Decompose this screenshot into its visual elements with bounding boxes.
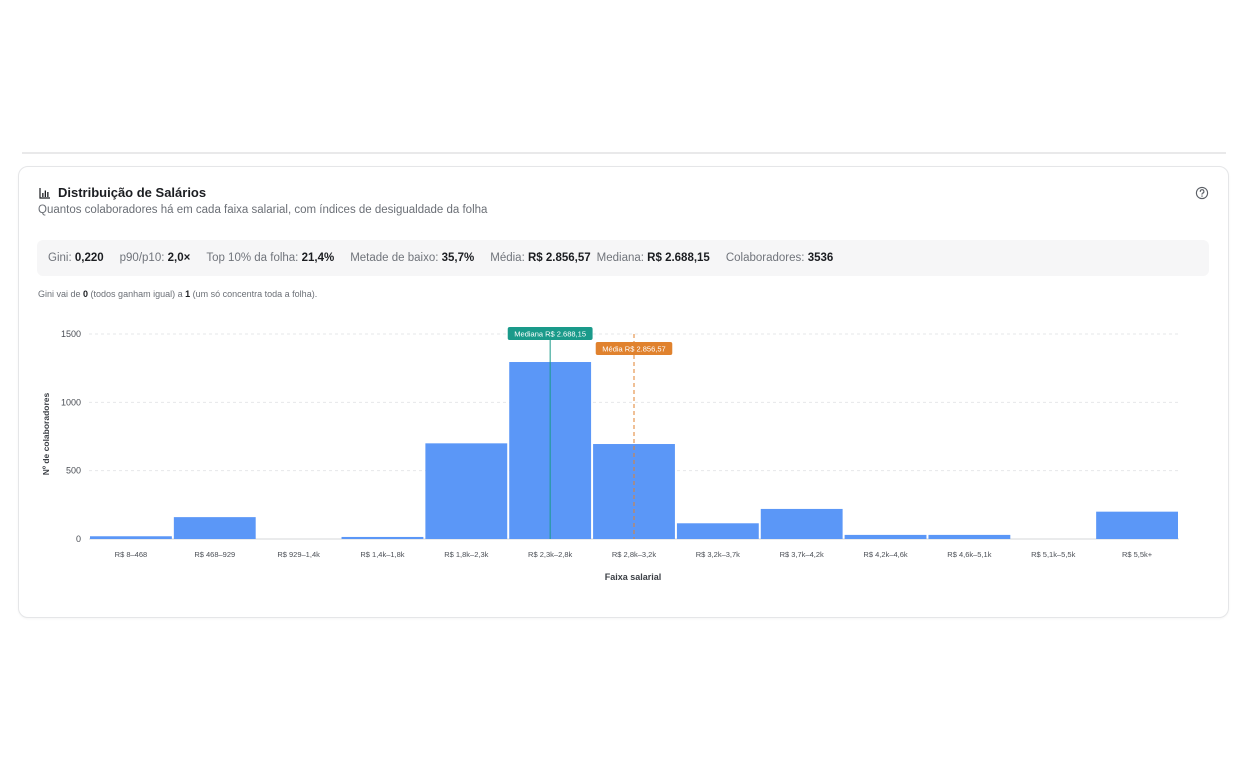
stat-gini: Gini: 0,220 [48, 252, 104, 264]
card-subtitle: Quantos colaboradores há em cada faixa s… [38, 204, 488, 216]
bar-chart-icon [39, 188, 50, 199]
stat-employees: Colaboradores: 3536 [725, 252, 834, 264]
gini-explanation: Gini vai de 0 (todos ganham igual) a 1 (… [38, 289, 318, 299]
median-label: Mediana R$ 2.688,15 [514, 330, 586, 339]
y-tick-label: 1000 [61, 397, 81, 407]
histogram-bar[interactable] [425, 443, 508, 539]
stat-median: Mediana: R$ 2.688,15 [596, 252, 710, 264]
x-tick-label: R$ 2,8k–3,2k [612, 550, 656, 559]
y-tick-label: 500 [66, 466, 81, 476]
histogram-chart: Mediana R$ 2.688,15 Média R$ 2.856,57 R$ … [19, 317, 1230, 592]
mean-label: Média R$ 2.856,57 [602, 345, 665, 354]
stat-p90-p10: p90/p10: 2,0× [119, 252, 191, 264]
x-tick-label: R$ 1,8k–2,3k [444, 550, 488, 559]
x-tick-label: R$ 4,2k–4,6k [863, 550, 907, 559]
histogram-bar[interactable] [90, 536, 172, 539]
histogram-bar[interactable] [676, 523, 759, 539]
x-axis-label: Faixa salarial [605, 572, 662, 582]
inequality-stats-bar: Gini: 0,220 p90/p10: 2,0× Top 10% da fol… [37, 240, 1209, 276]
histogram-bar[interactable] [928, 534, 1011, 539]
card-title: Distribuição de Salários [58, 185, 207, 200]
x-tick-label: R$ 2,3k–2,8k [528, 550, 572, 559]
x-tick-label: R$ 8–468 [115, 550, 148, 559]
stat-top10: Top 10% da folha: 21,4% [206, 252, 335, 264]
x-tick-label: R$ 3,7k–4,2k [780, 550, 824, 559]
histogram-bar[interactable] [173, 517, 256, 539]
histogram-svg: Mediana R$ 2.688,15 Média R$ 2.856,57 R$ … [41, 327, 1179, 582]
histogram-bar[interactable] [844, 534, 927, 539]
y-axis-label: Nº de colaboradores [41, 393, 51, 476]
histogram-bar[interactable] [1096, 511, 1178, 539]
y-tick-label: 1500 [61, 329, 81, 339]
x-tick-label: R$ 929–1,4k [277, 550, 320, 559]
salary-distribution-card: Distribuição de Salários Quantos colabor… [18, 166, 1229, 618]
x-tick-label: R$ 3,2k–3,7k [696, 550, 740, 559]
histogram-bar[interactable] [341, 536, 424, 539]
x-tick-label: R$ 4,6k–5,1k [947, 550, 991, 559]
stat-bottom-half: Metade de baixo: 35,7% [350, 252, 475, 264]
histogram-bar[interactable] [760, 508, 843, 539]
x-tick-label: R$ 468–929 [194, 550, 235, 559]
stat-mean: Média: R$ 2.856,57 [490, 252, 591, 264]
y-tick-label: 0 [76, 534, 81, 544]
top-divider [22, 152, 1226, 154]
help-circle-icon[interactable] [1195, 186, 1209, 200]
x-tick-label: R$ 1,4k–1,8k [360, 550, 404, 559]
x-tick-label: R$ 5,5k+ [1122, 550, 1153, 559]
x-tick-label: R$ 5,1k–5,5k [1031, 550, 1075, 559]
